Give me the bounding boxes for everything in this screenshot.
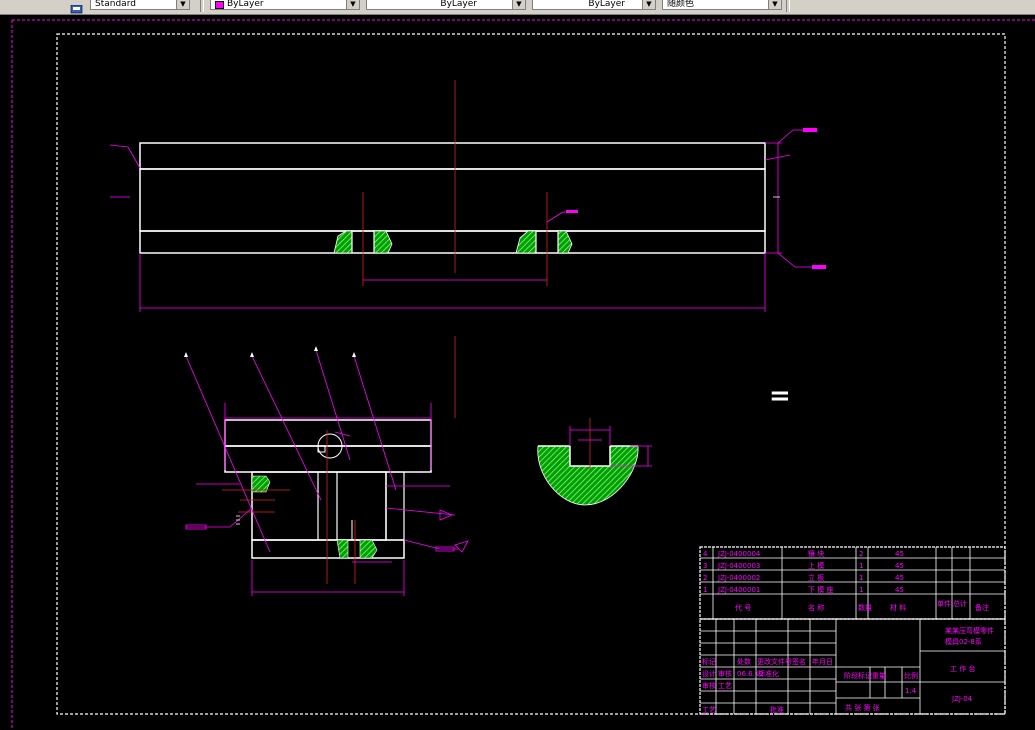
bom-header-total-wt: 总计 (953, 599, 967, 608)
process-label: 工艺 (718, 682, 732, 690)
bom-header-material: 材 料 (890, 603, 906, 612)
toolbar-separator (200, 0, 204, 12)
bom-row-qty: 1 (859, 562, 863, 570)
designer-label: 设计 (702, 669, 716, 678)
bom-row-qty: 2 (859, 550, 863, 558)
bom-header-qty: 数量 (858, 603, 872, 612)
linetype-value: ByLayer (440, 0, 477, 9)
bom-row-name: 下 模 座 (808, 585, 833, 594)
title-block[interactable]: 某某压弯模零件 模具02-8系 工 作 台 JZJ-04 阶段标记 重量 比例 … (699, 618, 1006, 715)
viewport-border (11, 19, 1035, 730)
chevron-down-icon[interactable]: ▼ (346, 0, 359, 9)
process-row-label: 工艺 (702, 706, 716, 714)
chevron-down-icon[interactable]: ▼ (512, 0, 525, 9)
bom-row-no: 1 (703, 586, 707, 594)
bom-row-no: 4 (703, 550, 708, 558)
drawing-number: JZJ-04 (951, 695, 973, 703)
plot-style-combo[interactable]: 随颜色 ▼ (662, 0, 782, 10)
bom-table[interactable]: 4 JZJ-0400004 镶 块 2 45 3 JZJ-0400003 上 模… (699, 546, 1006, 620)
properties-toolbar: Standard ▼ ByLayer ▼ ByLayer ▼ ByLayer ▼ 随颜色… (0, 0, 1035, 15)
detail-view[interactable] (537, 418, 652, 506)
front-view[interactable] (109, 80, 826, 418)
text-style-combo[interactable]: Standard ▼ (90, 0, 190, 10)
title-text-line2: 模具02-8系 (945, 637, 982, 646)
standardize-label: 标准化 (758, 669, 779, 678)
bom-row-no: 3 (703, 562, 707, 570)
bom-row-code: JZJ-0400004 (717, 550, 761, 558)
lineweight-value: ByLayer (588, 0, 625, 9)
bom-header-name: 名 称 (808, 603, 824, 612)
sign-row-count: 处数 (737, 657, 751, 666)
text-style-value: Standard (95, 0, 136, 9)
equals-symbol: = (769, 381, 791, 411)
sign-row-mark: 标记 (702, 657, 716, 666)
bom-row-name: 上 模 (808, 561, 824, 570)
scale-value: 1:4 (905, 687, 917, 695)
bom-row-name: 立 板 (808, 573, 824, 582)
chevron-down-icon[interactable]: ▼ (176, 0, 189, 9)
bom-header-unit-wt: 单件 (937, 599, 951, 608)
side-view[interactable] (184, 346, 469, 596)
chevron-down-icon[interactable]: ▼ (642, 0, 655, 9)
toolbar-separator (786, 0, 790, 12)
bom-row-code: JZJ-0400003 (717, 562, 760, 570)
bom-header-remark: 备注 (975, 603, 989, 612)
sheets-label: 共 张 第 张 (845, 703, 880, 712)
review-label: 审核 (702, 681, 716, 690)
bom-row-qty: 1 (859, 574, 863, 582)
bom-row-material: 45 (895, 550, 904, 558)
bom-row-no: 2 (703, 574, 707, 582)
drawing-canvas[interactable]: = 4 JZJ-0400004 镶 块 2 45 3 JZJ-0400003 上… (0, 14, 1035, 730)
bom-row-name: 镶 块 (808, 549, 824, 558)
sign-row-signature: 签名 (792, 657, 806, 666)
sheet-border (56, 33, 1006, 715)
linetype-combo[interactable]: ByLayer ▼ (366, 0, 526, 10)
assembly-name: 工 作 台 (950, 664, 975, 673)
weight-label: 重量 (872, 672, 886, 680)
color-combo[interactable]: ByLayer ▼ (210, 0, 360, 10)
reviewer-label: 审核 (718, 669, 732, 678)
sign-row-docno: 更改文件号 (757, 657, 792, 666)
text-style-icon[interactable] (70, 0, 84, 14)
chevron-down-icon[interactable]: ▼ (768, 0, 781, 9)
bom-row-qty: 1 (859, 586, 863, 594)
sign-row-date: 年月日 (812, 657, 833, 666)
plot-style-value: 随颜色 (667, 0, 695, 9)
approve-label: 批准 (770, 705, 784, 714)
scale-label: 比例 (904, 671, 918, 680)
color-swatch-icon (215, 1, 224, 9)
bom-row-material: 45 (895, 562, 904, 570)
title-text-line1: 某某压弯模零件 (945, 626, 994, 635)
bom-row-code: JZJ-0400001 (717, 586, 760, 594)
stage-mark-label: 阶段标记 (844, 671, 872, 680)
bom-row-code: JZJ-0400002 (717, 574, 760, 582)
bom-row-material: 45 (895, 586, 904, 594)
lineweight-combo[interactable]: ByLayer ▼ (532, 0, 656, 10)
bom-row-material: 45 (895, 574, 904, 582)
color-value: ByLayer (227, 0, 264, 9)
bom-header-code: 代 号 (735, 603, 751, 612)
